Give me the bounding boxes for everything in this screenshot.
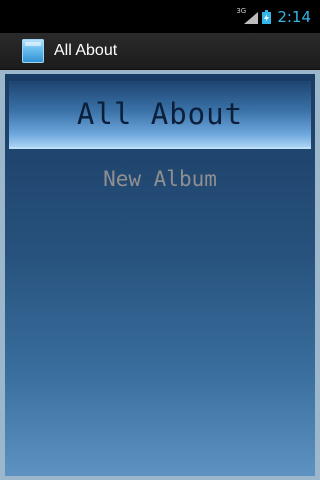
status-icons: 3G 2:14: [236, 0, 320, 33]
content-panel: All About New Album: [5, 74, 315, 476]
app-icon[interactable]: [22, 39, 44, 63]
battery-icon: [262, 9, 272, 24]
title-bar: All About: [0, 33, 320, 70]
list-item-new-album[interactable]: New Album: [5, 167, 315, 191]
app-title: All About: [54, 42, 118, 59]
signal-icon: 3G: [236, 7, 259, 24]
header-banner: All About: [9, 81, 311, 149]
main-content: All About New Album: [0, 70, 320, 480]
status-time: 2:14: [277, 7, 311, 26]
status-bar: 3G 2:14: [0, 0, 320, 33]
header-title: All About: [76, 97, 244, 131]
